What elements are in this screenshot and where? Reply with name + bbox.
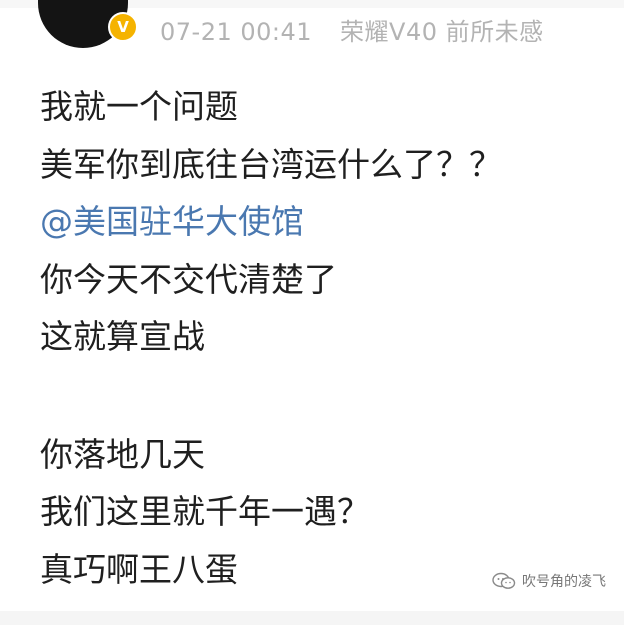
wechat-icon: [492, 572, 516, 589]
watermark: 吹号角的凌飞: [492, 571, 606, 591]
avatar[interactable]: V: [38, 0, 138, 48]
post-timestamp: 07-21 00:41: [160, 18, 313, 46]
post-line: 这就算宣战: [40, 317, 205, 356]
bottom-edge: [0, 611, 624, 625]
post-device: 荣耀V40 前所未感: [340, 18, 544, 46]
post-meta: 07-21 00:41 荣耀V40 前所未感: [160, 12, 544, 47]
post-header: V 07-21 00:41 荣耀V40 前所未感: [0, 0, 624, 62]
post-line: 我就一个问题: [40, 87, 238, 126]
post-line: 你今天不交代清楚了: [40, 259, 337, 299]
post-line: 美军你到底往台湾运什么了？？: [40, 144, 502, 184]
post-body: 我就一个问题 美军你到底往台湾运什么了？？ @美国驻华大使馆 你今天不交代清楚了…: [40, 78, 610, 598]
watermark-text: 吹号角的凌飞: [522, 574, 606, 590]
verified-badge-icon: V: [108, 12, 138, 42]
mention-link[interactable]: @美国驻华大使馆: [40, 193, 610, 251]
post-line: 我们这里就千年一遇？: [40, 492, 370, 531]
post-line: 你落地几天: [40, 434, 205, 474]
